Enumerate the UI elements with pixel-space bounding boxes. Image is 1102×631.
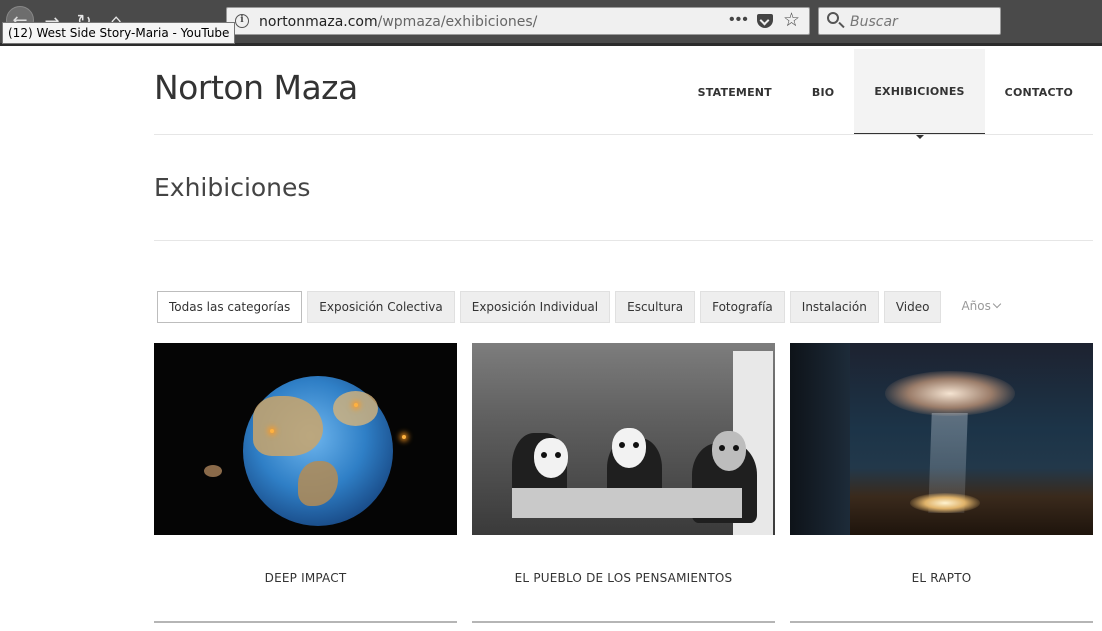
header-divider	[154, 134, 1093, 135]
nav-item-statement[interactable]: STATEMENT	[678, 49, 792, 135]
site-title[interactable]: Norton Maza	[154, 68, 358, 107]
exhibition-image[interactable]	[472, 343, 775, 535]
filter-instalacion[interactable]: Instalación	[789, 291, 879, 323]
globe-artwork	[243, 376, 393, 526]
filter-fotografia[interactable]: Fotografía	[700, 291, 785, 323]
search-icon	[827, 12, 839, 24]
mask-figure	[612, 428, 646, 468]
search-placeholder: Buscar	[850, 14, 898, 30]
exhibition-image[interactable]	[154, 343, 457, 535]
card-underline	[472, 621, 775, 623]
nav-item-exhibiciones[interactable]: EXHIBICIONES	[854, 49, 985, 139]
nav-item-contacto[interactable]: CONTACTO	[985, 49, 1093, 135]
filter-escultura[interactable]: Escultura	[615, 291, 696, 323]
page-actions-icon[interactable]: •••	[729, 11, 749, 29]
main-nav: STATEMENT BIO EXHIBICIONES CONTACTO	[678, 49, 1093, 139]
exhibition-title[interactable]: EL PUEBLO DE LOS PENSAMIENTOS	[472, 535, 775, 621]
page-title: Exhibiciones	[154, 173, 311, 202]
exhibition-image[interactable]	[790, 343, 1093, 535]
tab-tooltip: (12) West Side Story-Maria - YouTube	[2, 22, 236, 44]
pocket-icon[interactable]	[757, 14, 773, 28]
url-text[interactable]: nortonmaza.com/wpmaza/exhibiciones/	[259, 14, 537, 30]
search-bar[interactable]: Buscar	[818, 7, 1001, 35]
category-filters: Todas las categorías Exposición Colectiv…	[157, 291, 1015, 323]
bookmark-star-icon[interactable]: ☆	[783, 9, 800, 32]
card-underline	[154, 621, 457, 623]
card-underline	[790, 621, 1093, 623]
nav-item-bio[interactable]: BIO	[792, 49, 854, 135]
address-bar[interactable]: i nortonmaza.com/wpmaza/exhibiciones/ ••…	[226, 7, 810, 35]
exhibition-title[interactable]: DEEP IMPACT	[154, 535, 457, 621]
exhibition-card[interactable]: DEEP IMPACT	[154, 343, 457, 623]
title-divider	[154, 240, 1093, 241]
filter-video[interactable]: Video	[883, 291, 942, 323]
mask-figure	[712, 431, 746, 471]
site-info-icon[interactable]: i	[235, 14, 249, 28]
exhibition-title[interactable]: EL RAPTO	[790, 535, 1093, 621]
exhibition-card[interactable]: EL RAPTO	[790, 343, 1093, 623]
suspended-sculpture	[885, 371, 1015, 416]
mask-figure	[534, 438, 568, 478]
chevron-down-icon	[992, 299, 1002, 309]
filter-todas[interactable]: Todas las categorías	[157, 291, 303, 323]
years-dropdown[interactable]: Años	[946, 291, 1014, 323]
filter-exposicion-colectiva[interactable]: Exposición Colectiva	[307, 291, 455, 323]
exhibition-card[interactable]: EL PUEBLO DE LOS PENSAMIENTOS	[472, 343, 775, 623]
filter-exposicion-individual[interactable]: Exposición Individual	[459, 291, 611, 323]
years-label: Años	[961, 299, 991, 313]
